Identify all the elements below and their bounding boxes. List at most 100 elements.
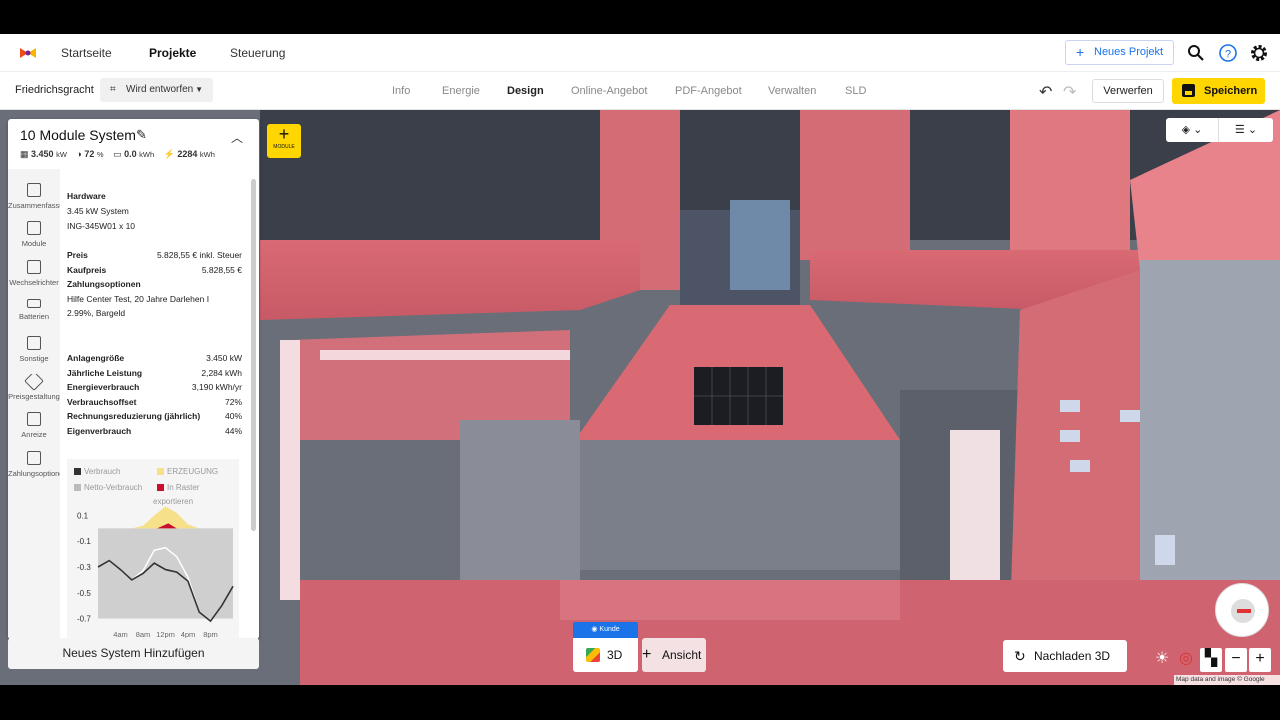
metric-value: 2,284 kWh: [201, 368, 242, 378]
reload-3d-button[interactable]: ↻ Nachladen 3D: [1003, 640, 1127, 672]
reload-label: Nachladen 3D: [1034, 649, 1111, 663]
svg-text:?: ?: [1225, 49, 1231, 61]
battery-icon: [27, 299, 41, 308]
target-icon[interactable]: ◎: [1175, 648, 1197, 672]
document-icon: [27, 183, 41, 197]
nav-link-startseite[interactable]: Startseite: [61, 46, 112, 60]
wallet-icon: [27, 451, 41, 465]
undo-icon[interactable]: ↶: [1039, 82, 1052, 102]
tab-sld[interactable]: SLD: [845, 85, 866, 97]
sidebar-item-label: Sonstige: [19, 354, 49, 363]
metric-label: Rechnungsreduzierung (jährlich): [67, 411, 201, 421]
payment-line1: Hilfe Center Test, 20 Jahre Darlehen I: [67, 294, 210, 304]
new-project-button[interactable]: + Neues Projekt: [1065, 40, 1174, 65]
metric-label: Anlagengröße: [67, 353, 125, 363]
sidebar-item-wechselrichter[interactable]: Wechselrichter: [8, 260, 60, 287]
sidebar-item-preisgestaltung[interactable]: Preisgestaltung: [8, 374, 60, 401]
y-tick-label: -0.7: [77, 615, 91, 624]
system-sidebar: Zusammenfassung Module Wechselrichter Ba…: [8, 169, 60, 639]
sidebar-item-zusammenfassung[interactable]: Zusammenfassung: [8, 183, 60, 210]
apps-icon: [27, 336, 41, 350]
status-label: Wird entworfen: [126, 84, 194, 95]
energy-chart: Verbrauch ERZEUGUNG Netto-Verbrauch In R…: [67, 459, 239, 639]
app-logo[interactable]: [18, 45, 38, 61]
sidebar-item-label: Zusammenfassung: [8, 201, 60, 210]
sidebar-item-label: Batterien: [18, 312, 50, 321]
sidebar-item-label: Wechselrichter: [9, 278, 59, 287]
metric-label: Verbrauchsoffset: [67, 397, 137, 407]
tab-online-angebot[interactable]: Online-Angebot: [571, 85, 647, 97]
power-stat: ▦ 3.450 kW: [20, 149, 67, 159]
map-attribution: Map data and image © Google: [1174, 675, 1280, 685]
metric-row: Eigenverbrauch 44%: [67, 426, 242, 440]
compass-control[interactable]: [1215, 583, 1269, 637]
metric-label: Energieverbrauch: [67, 382, 140, 392]
sidebar-item-label: Preisgestaltung: [8, 392, 60, 401]
map-layer-controls: ◈ ⌄ ☰ ⌄: [1166, 118, 1273, 142]
sidebar-item-zahlungsoptionen[interactable]: Zahlungsoptionen: [8, 451, 60, 478]
sidebar-item-batterien[interactable]: Batterien: [8, 299, 60, 321]
battery-stat: ▭ 0.0 kWh: [113, 149, 155, 159]
search-icon[interactable]: [1186, 43, 1206, 63]
add-view-button[interactable]: + Ansicht: [642, 638, 706, 672]
y-tick-label: -0.3: [77, 563, 91, 572]
metric-value: 40%: [224, 411, 242, 421]
tab-energie[interactable]: Energie: [442, 85, 480, 97]
help-icon[interactable]: ?: [1218, 43, 1238, 63]
purchase-label: Kaufpreis: [67, 265, 107, 275]
discard-button[interactable]: Verwerfen: [1092, 79, 1164, 103]
status-dropdown[interactable]: ⌗ Wird entworfen ▼: [100, 78, 213, 102]
brightness-icon[interactable]: ☀: [1151, 648, 1173, 672]
project-toolbar: Friedrichsgracht ⌗ Wird entworfen ▼ Info…: [0, 72, 1280, 110]
layers-dropdown[interactable]: ◈ ⌄: [1166, 118, 1219, 142]
metric-label: Eigenverbrauch: [67, 426, 132, 436]
sidebar-item-anreize[interactable]: Anreize: [8, 412, 60, 439]
sliders-icon: ☰: [1234, 124, 1245, 136]
metric-row: Anlagengröße 3.450 kW: [67, 353, 242, 367]
save-button[interactable]: Speichern: [1172, 78, 1265, 104]
save-label: Speichern: [1204, 85, 1258, 97]
workflow-icon: ⌗: [110, 84, 116, 95]
power-value: 3.450: [31, 149, 54, 159]
settings-dropdown[interactable]: ☰ ⌄: [1219, 118, 1273, 142]
zoom-out-button[interactable]: −: [1225, 648, 1247, 672]
zoom-in-button[interactable]: +: [1249, 648, 1271, 672]
metric-label: Jährliche Leistung: [67, 368, 143, 378]
battery-unit: kWh: [139, 150, 155, 159]
metric-row: Verbrauchsoffset 72%: [67, 397, 242, 411]
refresh-icon: ↻: [1014, 648, 1026, 664]
map-3d-view[interactable]: 10 Module System ✎ ︿ ▦ 3.450 kW ◑ 72 % ▭…: [0, 110, 1280, 685]
panel-scrollbar[interactable]: [251, 179, 256, 531]
payment-label: Zahlungsoptionen: [67, 279, 141, 289]
sidebar-item-sonstige[interactable]: Sonstige: [8, 336, 60, 363]
gear-icon[interactable]: [1249, 43, 1269, 63]
hardware-module: ING-345W01 x 10: [67, 221, 136, 231]
metric-value: 44%: [224, 426, 242, 436]
tab-design[interactable]: Design: [507, 85, 544, 97]
offset-unit: %: [96, 150, 104, 159]
view-3d-button[interactable]: 3D: [573, 638, 638, 672]
layers-icon: ◈: [1181, 124, 1191, 136]
metric-row: Rechnungsreduzierung (jährlich) 40%: [67, 411, 242, 425]
customer-view-toggle[interactable]: ◉ Kunde: [573, 622, 638, 638]
nav-link-projekte[interactable]: Projekte: [149, 46, 196, 60]
chevron-down-icon: ⌄: [1193, 124, 1203, 136]
purchase-value: 5.828,55 €: [201, 265, 242, 275]
chevron-up-icon[interactable]: ︿: [231, 129, 243, 146]
tab-pdf-angebot[interactable]: PDF-Angebot: [675, 85, 742, 97]
pencil-icon[interactable]: ✎: [136, 127, 147, 143]
payment-line2: 2.99%, Bargeld: [67, 308, 126, 318]
tab-info[interactable]: Info: [392, 85, 410, 97]
add-module-button[interactable]: + MODULE: [267, 124, 301, 158]
add-system-button[interactable]: Neues System Hinzufügen: [8, 638, 259, 669]
nav-link-steuerung[interactable]: Steuerung: [230, 46, 285, 60]
tab-verwalten[interactable]: Verwalten: [768, 85, 816, 97]
production-unit: kWh: [199, 150, 215, 159]
power-unit: kW: [56, 150, 67, 159]
sidebar-item-module[interactable]: Module: [8, 221, 60, 248]
map-type-icon[interactable]: ▚: [1200, 648, 1222, 672]
redo-icon[interactable]: ↷: [1063, 82, 1076, 102]
plus-icon: +: [1076, 44, 1085, 60]
grid-icon: [27, 221, 41, 235]
compass-needle-icon: [1231, 599, 1255, 623]
